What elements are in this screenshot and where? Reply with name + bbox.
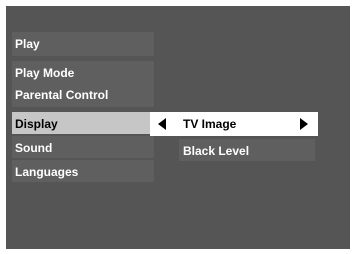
menu-item-display[interactable]: Display bbox=[12, 112, 154, 134]
menu-item-label: Languages bbox=[15, 165, 79, 179]
left-arrow-icon[interactable] bbox=[158, 118, 166, 130]
menu-item-languages[interactable]: Languages bbox=[12, 160, 154, 182]
menu-item-label: Parental Control bbox=[15, 88, 109, 102]
menu-item-play-mode[interactable]: Play Mode bbox=[12, 61, 154, 83]
menu-item-parental-control[interactable]: Parental Control bbox=[12, 83, 154, 107]
right-arrow-icon[interactable] bbox=[300, 118, 308, 130]
menu-item-play[interactable]: Play bbox=[12, 32, 154, 56]
submenu-item-tv-image[interactable]: TV Image bbox=[150, 112, 318, 136]
submenu-item-label: Black Level bbox=[183, 144, 250, 158]
submenu-item-black-level[interactable]: Black Level bbox=[179, 139, 315, 161]
menu-item-label: Play bbox=[15, 37, 40, 51]
menu-item-label: Display bbox=[15, 117, 58, 131]
menu-item-sound[interactable]: Sound bbox=[12, 136, 154, 158]
menu-item-label: Sound bbox=[15, 141, 53, 155]
menu-item-label: Play Mode bbox=[15, 66, 75, 80]
submenu-item-label: TV Image bbox=[183, 117, 237, 131]
osd-screen: Play Play Mode Parental Control Display … bbox=[6, 6, 350, 249]
